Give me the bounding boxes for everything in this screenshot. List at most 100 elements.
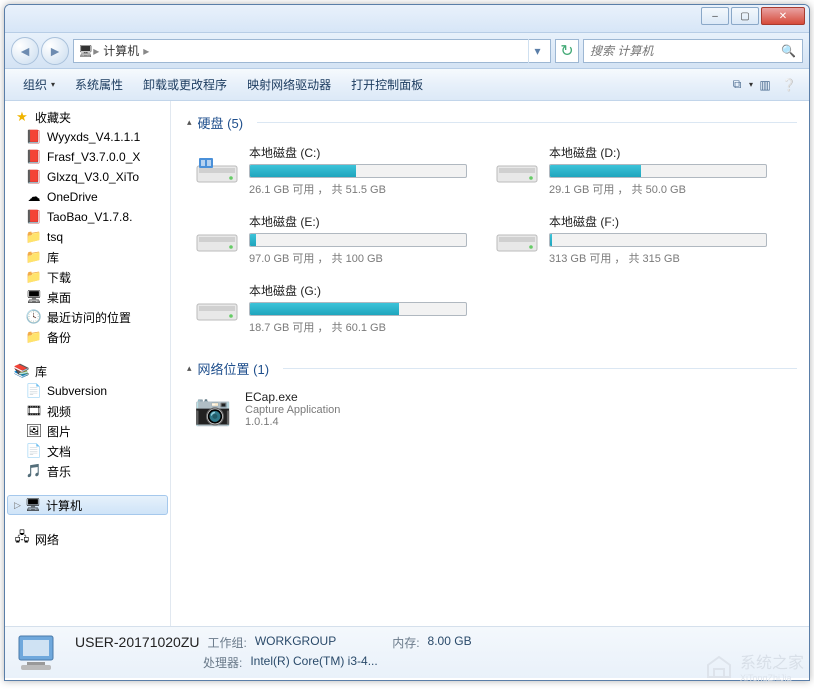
sidebar-item-label: 文档 bbox=[47, 443, 71, 460]
drive-usage-bar bbox=[249, 164, 467, 178]
drive-usage-bar bbox=[249, 233, 467, 247]
search-box[interactable]: 🔍 bbox=[583, 39, 803, 63]
sidebar-item[interactable]: 📁备份 bbox=[7, 327, 168, 347]
titlebar: – ▢ ✕ bbox=[5, 5, 809, 33]
sidebar-item[interactable]: 📕Wyyxds_V4.1.1.1 bbox=[7, 127, 168, 147]
sidebar-item[interactable]: 📁 tsq bbox=[7, 227, 168, 247]
organize-label: 组织 bbox=[23, 76, 47, 93]
sidebar-item[interactable]: 📕 Glxzq_V3.0_XiTo bbox=[7, 167, 168, 187]
sidebar-item[interactable]: 🖥桌面 bbox=[7, 287, 168, 307]
uninstall-button[interactable]: 卸载或更改程序 bbox=[133, 72, 237, 97]
sidebar-item-label: 库 bbox=[47, 249, 59, 266]
item-icon: 🖥 bbox=[25, 289, 43, 305]
camera-icon: 📷 bbox=[191, 390, 235, 430]
drive-icon bbox=[195, 291, 239, 327]
forward-button[interactable]: ► bbox=[41, 37, 69, 65]
sidebar-favorites-header[interactable]: ★ 收藏夹 bbox=[7, 107, 168, 127]
drive-icon bbox=[495, 153, 539, 189]
chevron-down-icon: ▾ bbox=[51, 80, 55, 89]
sidebar-item-label: 下载 bbox=[47, 269, 71, 286]
drive-item[interactable]: 本地磁盘 (C:) 26.1 GB 可用 ， 共 51.5 GB bbox=[191, 140, 471, 201]
sidebar-item-label: 计算机 bbox=[46, 497, 82, 514]
sidebar-item[interactable]: 📄Subversion bbox=[7, 381, 168, 401]
sidebar-item-label: 网络 bbox=[35, 531, 59, 548]
sidebar-item[interactable]: 🕓最近访问的位置 bbox=[7, 307, 168, 327]
collapse-icon: ▴ bbox=[187, 117, 192, 128]
sidebar-item[interactable]: 📄文档 bbox=[7, 441, 168, 461]
refresh-button[interactable]: ↻ bbox=[555, 39, 579, 63]
sidebar-item[interactable]: 📁库 bbox=[7, 247, 168, 267]
netloc-desc: Capture Application bbox=[245, 404, 340, 416]
computer-icon bbox=[15, 632, 63, 674]
address-dropdown[interactable]: ▾ bbox=[528, 39, 546, 63]
sidebar-item[interactable]: 📁下载 bbox=[7, 267, 168, 287]
address-bar[interactable]: 🖥 ▸ 计算机 ▸ ▾ bbox=[73, 39, 551, 63]
crumb-sep-icon[interactable]: ▸ bbox=[143, 44, 149, 58]
drive-item[interactable]: 本地磁盘 (G:) 18.7 GB 可用 ， 共 60.1 GB bbox=[191, 278, 471, 339]
expand-icon[interactable]: ▷ bbox=[14, 500, 24, 511]
item-icon: 📁 bbox=[25, 249, 43, 265]
breadcrumb-computer[interactable]: 计算机 bbox=[99, 42, 143, 59]
group-header-disks[interactable]: ▴ 硬盘 (5) bbox=[183, 109, 797, 140]
view-options-icon[interactable]: ⧉ bbox=[725, 73, 749, 97]
control-panel-button[interactable]: 打开控制面板 bbox=[341, 72, 433, 97]
drive-item[interactable]: 本地磁盘 (E:) 97.0 GB 可用 ， 共 100 GB bbox=[191, 209, 471, 270]
collapse-icon: ▴ bbox=[187, 363, 192, 374]
drive-item[interactable]: 本地磁盘 (F:) 313 GB 可用 ， 共 315 GB bbox=[491, 209, 771, 270]
item-icon: 📁 bbox=[25, 229, 43, 245]
search-icon[interactable]: 🔍 bbox=[781, 44, 796, 58]
sidebar-item-label: 最近访问的位置 bbox=[47, 309, 131, 326]
close-button[interactable]: ✕ bbox=[761, 7, 805, 25]
sidebar-favorites-group: ★ 收藏夹 📕Wyyxds_V4.1.1.1📕Frasf_V3.7.0.0_X📕… bbox=[7, 107, 168, 347]
item-icon: 🎞 bbox=[25, 403, 43, 419]
netloc-version: 1.0.1.4 bbox=[245, 416, 340, 428]
sidebar-network[interactable]: 🖧 网络 bbox=[7, 529, 168, 549]
sidebar-item-label: 桌面 bbox=[47, 289, 71, 306]
sidebar-item[interactable]: 🎵音乐 bbox=[7, 461, 168, 481]
search-input[interactable] bbox=[590, 44, 781, 58]
sidebar-libraries-header[interactable]: 📚 库 bbox=[7, 361, 168, 381]
sidebar-libraries-group: 📚 库 📄Subversion🎞视频🖼图片📄文档🎵音乐 bbox=[7, 361, 168, 481]
drive-usage-bar bbox=[549, 233, 767, 247]
sidebar-item-label: Frasf_V3.7.0.0_X bbox=[47, 150, 140, 164]
sidebar-item-label: 图片 bbox=[47, 423, 71, 440]
computer-name: USER-20171020ZU bbox=[75, 634, 200, 651]
sidebar-item-label: Glxzq_V3.0_XiTo bbox=[47, 170, 139, 184]
sidebar-item-label: tsq bbox=[47, 230, 63, 244]
minimize-button[interactable]: – bbox=[701, 7, 729, 25]
sidebar-item[interactable]: 🖼图片 bbox=[7, 421, 168, 441]
library-icon: 📚 bbox=[13, 363, 31, 379]
help-icon[interactable]: ❔ bbox=[777, 73, 801, 97]
group-header-network[interactable]: ▴ 网络位置 (1) bbox=[183, 355, 797, 386]
drive-stats: 313 GB 可用 ， 共 315 GB bbox=[549, 250, 767, 266]
network-location-item[interactable]: 📷 ECap.exe Capture Application 1.0.1.4 bbox=[183, 386, 797, 434]
map-network-drive-button[interactable]: 映射网络驱动器 bbox=[237, 72, 341, 97]
item-icon: 📕 bbox=[25, 169, 43, 185]
sidebar-item-label: 音乐 bbox=[47, 463, 71, 480]
organize-button[interactable]: 组织 ▾ bbox=[13, 72, 65, 97]
sidebar-item-label: 收藏夹 bbox=[35, 109, 71, 126]
drive-icon bbox=[195, 153, 239, 189]
sidebar-item[interactable]: 📕Frasf_V3.7.0.0_X bbox=[7, 147, 168, 167]
maximize-button[interactable]: ▢ bbox=[731, 7, 759, 25]
system-properties-button[interactable]: 系统属性 bbox=[65, 72, 133, 97]
item-icon: 🖼 bbox=[25, 423, 43, 439]
back-button[interactable]: ◄ bbox=[11, 37, 39, 65]
toolbar: 组织 ▾ 系统属性 卸载或更改程序 映射网络驱动器 打开控制面板 ⧉ ▾ ▥ ❔ bbox=[5, 69, 809, 101]
drive-stats: 29.1 GB 可用 ， 共 50.0 GB bbox=[549, 181, 767, 197]
preview-pane-icon[interactable]: ▥ bbox=[753, 73, 777, 97]
sidebar-item[interactable]: 🎞视频 bbox=[7, 401, 168, 421]
sidebar-computer[interactable]: ▷ 🖥 计算机 bbox=[7, 495, 168, 515]
drive-name: 本地磁盘 (G:) bbox=[249, 282, 467, 299]
sidebar-item-label: Subversion bbox=[47, 384, 107, 398]
divider bbox=[257, 122, 797, 123]
netloc-name: ECap.exe bbox=[245, 390, 340, 404]
sidebar-item[interactable]: ☁OneDrive bbox=[7, 187, 168, 207]
sidebar-network-group: 🖧 网络 bbox=[7, 529, 168, 549]
memory-label: 内存: bbox=[392, 634, 419, 651]
computer-icon: 🖥 bbox=[24, 497, 42, 513]
drive-usage-bar bbox=[249, 302, 467, 316]
group-label: 网络位置 (1) bbox=[198, 359, 270, 378]
sidebar-item[interactable]: 📕TaoBao_V1.7.8. bbox=[7, 207, 168, 227]
drive-item[interactable]: 本地磁盘 (D:) 29.1 GB 可用 ， 共 50.0 GB bbox=[491, 140, 771, 201]
